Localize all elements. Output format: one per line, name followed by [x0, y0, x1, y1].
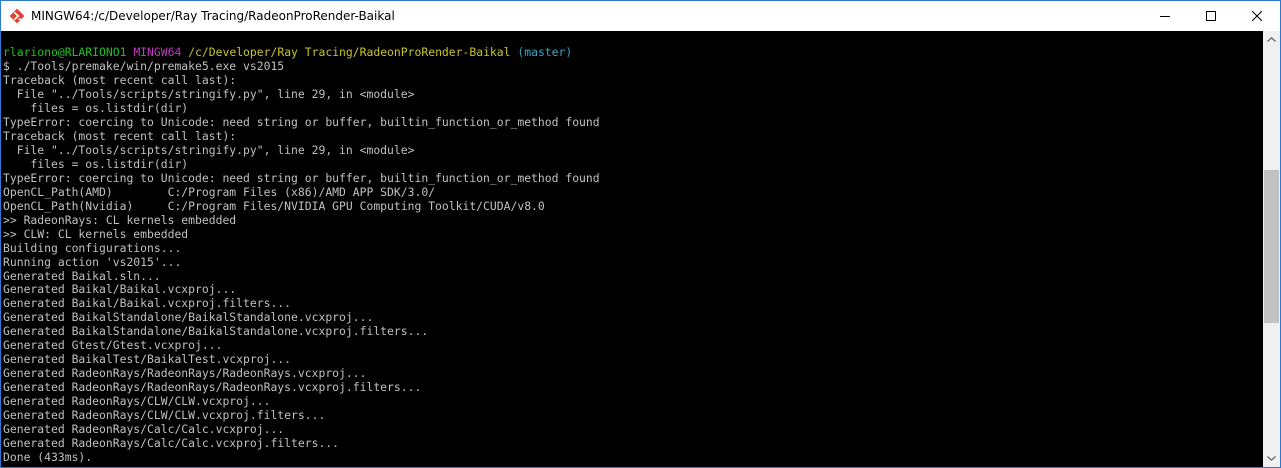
window-title: MINGW64:/c/Developer/Ray Tracing/RadeonP…: [31, 9, 395, 23]
output-line: >> RadeonRays: CL kernels embedded: [3, 212, 237, 227]
output-line: OpenCL_Path(AMD) C:/Program Files (x86)/…: [3, 184, 436, 199]
output-line: Generated RadeonRays/CLW/CLW.vcxproj...: [3, 394, 271, 409]
minimize-button[interactable]: [1142, 1, 1188, 31]
output-line: Generated BaikalStandalone/BaikalStandal…: [3, 310, 374, 325]
terminal-output[interactable]: rlariono@RLARIONO1 MINGW64 /c/Developer/…: [1, 31, 1264, 467]
chevron-down-icon: [1267, 456, 1276, 461]
output-line: Generated Baikal.sln...: [3, 268, 161, 283]
output-line: Traceback (most recent call last):: [3, 72, 237, 87]
output-line: Generated BaikalStandalone/BaikalStandal…: [3, 324, 429, 339]
output-line: Traceback (most recent call last):: [3, 128, 237, 143]
close-button[interactable]: [1234, 1, 1280, 31]
chevron-up-icon: [1267, 37, 1276, 42]
output-line: File "../Tools/scripts/stringify.py", li…: [3, 86, 415, 101]
scroll-down-button[interactable]: [1263, 450, 1280, 467]
prompt-branch: (master): [517, 45, 573, 59]
output-line: Done (433ms).: [3, 450, 93, 465]
prompt-user-host: rlariono@RLARIONO1: [3, 45, 127, 59]
maximize-button[interactable]: [1188, 1, 1234, 31]
output-line: Generated RadeonRays/CLW/CLW.vcxproj.fil…: [3, 408, 326, 423]
terminal-window: MINGW64:/c/Developer/Ray Tracing/RadeonP…: [0, 0, 1281, 468]
prompt-env: MINGW64: [133, 45, 182, 59]
output-line: Generated BaikalTest/BaikalTest.vcxproj.…: [3, 352, 292, 367]
window-controls: [1142, 1, 1280, 31]
vertical-scrollbar[interactable]: [1263, 31, 1280, 467]
output-line: Generated RadeonRays/RadeonRays/RadeonRa…: [3, 366, 367, 381]
output-line: Running action 'vs2015'...: [3, 254, 182, 269]
minimize-icon: [1160, 16, 1170, 17]
output-line: Building configurations...: [3, 240, 182, 255]
output-line: OpenCL_Path(Nvidia) C:/Program Files/NVI…: [3, 198, 545, 213]
output-line: files = os.listdir(dir): [3, 100, 189, 115]
output-line: Generated Baikal/Baikal.vcxproj.filters.…: [3, 296, 292, 311]
mingw-app-icon[interactable]: [9, 8, 25, 24]
scroll-up-button[interactable]: [1263, 31, 1280, 48]
output-line: TypeError: coercing to Unicode: need str…: [3, 114, 600, 129]
title-bar[interactable]: MINGW64:/c/Developer/Ray Tracing/RadeonP…: [1, 1, 1280, 31]
output-line: Generated RadeonRays/Calc/Calc.vcxproj..…: [3, 422, 285, 437]
output-line: Generated RadeonRays/RadeonRays/RadeonRa…: [3, 380, 422, 395]
output-line: files = os.listdir(dir): [3, 156, 189, 171]
output-line: $ ./Tools/premake/win/premake5.exe vs201…: [3, 58, 285, 73]
output-line: Generated RadeonRays/Calc/Calc.vcxproj.f…: [3, 436, 340, 451]
output-line: >> CLW: CL kernels embedded: [3, 226, 189, 241]
prompt-line: rlariono@RLARIONO1 MINGW64 /c/Developer/…: [3, 45, 1264, 59]
scrollbar-thumb[interactable]: [1264, 170, 1279, 323]
close-icon: [1252, 11, 1262, 21]
output-line: Generated Baikal/Baikal.vcxproj...: [3, 282, 237, 297]
output-line: File "../Tools/scripts/stringify.py", li…: [3, 142, 415, 157]
maximize-icon: [1206, 11, 1216, 21]
prompt-path: /c/Developer/Ray Tracing/RadeonProRender…: [188, 45, 511, 59]
output-line: Generated Gtest/Gtest.vcxproj...: [3, 338, 223, 353]
output-line: TypeError: coercing to Unicode: need str…: [3, 170, 600, 185]
